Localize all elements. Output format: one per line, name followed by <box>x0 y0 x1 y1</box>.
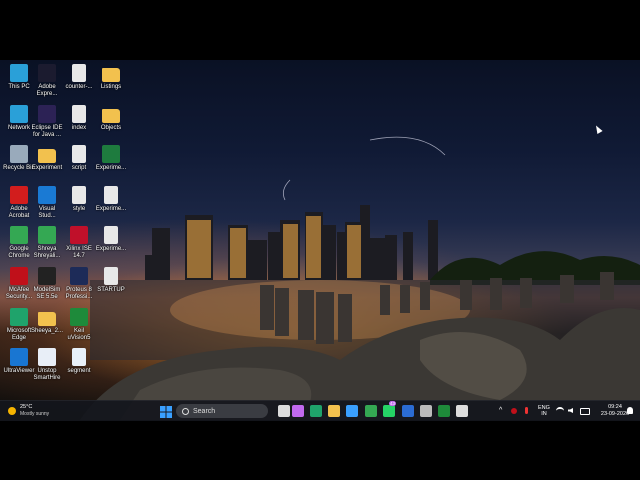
network-icon <box>10 104 28 123</box>
word-icon[interactable] <box>402 405 414 417</box>
desktop-icon-label: segment <box>67 368 91 375</box>
taskbar: 25°C Mostly sunny Search 43 ^ ENG IN 09:… <box>0 400 640 421</box>
mcafee-icon <box>10 267 28 285</box>
file-icon <box>72 145 86 164</box>
desktop-icon[interactable]: Experime... <box>92 226 130 253</box>
taskbar-badge: 43 <box>389 401 397 406</box>
desktop-icon-label: Listings <box>100 84 122 90</box>
clock-date[interactable]: 23-09-2026 <box>600 411 630 417</box>
language-indicator[interactable]: ENG IN <box>538 405 550 417</box>
file-icon <box>104 267 118 285</box>
keil-icon[interactable] <box>438 405 450 417</box>
desktop-icon-label: Objects <box>100 124 122 131</box>
chrome-icon <box>10 226 28 245</box>
notification-bell-icon[interactable] <box>627 407 633 414</box>
excel-icon <box>102 145 120 164</box>
file-icon <box>72 104 86 123</box>
vscode-icon <box>38 185 56 204</box>
desktop-icon[interactable]: Objects <box>92 105 130 132</box>
desktop[interactable]: This PC Network Recycle Bin Adobe Acrobat Go… <box>0 60 640 420</box>
c-file-icon <box>72 348 86 367</box>
eclipse-icon <box>38 104 56 123</box>
volume-icon[interactable] <box>568 408 573 413</box>
weather-temp: 25°C <box>20 404 33 410</box>
file-icon <box>72 64 86 82</box>
desktop-icon[interactable]: segment <box>60 348 98 375</box>
desktop-icon[interactable]: Keil uVision5 <box>60 307 98 342</box>
modelsim-icon[interactable] <box>420 405 432 417</box>
chrome-icon[interactable] <box>365 405 377 417</box>
unstop-icon <box>38 348 56 367</box>
recycle-bin-icon <box>10 145 28 164</box>
edge-icon[interactable] <box>310 405 322 417</box>
battery-icon[interactable] <box>580 408 590 415</box>
folder-icon <box>102 108 120 123</box>
desktop-icon-label: Experime... <box>95 246 127 253</box>
weather-widget[interactable]: 25°C Mostly sunny <box>6 403 56 419</box>
desktop-icon-label: STARTUP <box>97 287 125 293</box>
folder-icon <box>102 68 120 82</box>
file-icon <box>72 185 86 204</box>
sun-icon <box>8 407 16 415</box>
desktop-icon[interactable]: Experime... <box>92 145 130 172</box>
task-view-icon[interactable] <box>278 405 290 417</box>
edge-icon <box>10 307 28 326</box>
adobe-express-icon <box>38 64 56 82</box>
ultraviewer-icon <box>10 348 28 367</box>
folder-icon <box>38 149 56 164</box>
weather-condition: Mostly sunny <box>20 411 50 417</box>
taskbar-search[interactable]: Search <box>176 404 268 418</box>
search-icon <box>182 407 189 415</box>
windows-start-icon <box>160 406 172 418</box>
tray-antivirus-icon[interactable] <box>511 408 517 414</box>
acrobat-icon <box>10 185 28 204</box>
file-explorer-icon[interactable] <box>328 405 340 417</box>
notepad-icon[interactable] <box>456 405 468 417</box>
this-pc-icon <box>10 64 28 82</box>
copilot-icon[interactable] <box>292 405 304 417</box>
desktop-icon[interactable]: Listings <box>92 64 130 91</box>
desktop-icon-label: Keil uVision5 <box>67 327 91 341</box>
folder-icon <box>38 311 56 326</box>
start-button[interactable] <box>160 405 172 418</box>
modelsim-icon <box>38 267 56 285</box>
wifi-icon[interactable] <box>556 407 564 415</box>
desktop-icon[interactable]: Experime... <box>92 185 130 213</box>
file-icon <box>104 226 118 245</box>
proteus-icon <box>70 267 88 285</box>
desktop-icon-label: Experime... <box>95 205 127 212</box>
microphone-icon[interactable] <box>525 407 528 414</box>
desktop-icon-label: Experime... <box>95 165 127 172</box>
file-icon <box>104 185 118 204</box>
desktop-icon[interactable]: STARTUP <box>92 267 130 294</box>
store-icon[interactable] <box>346 405 358 417</box>
whatsapp-icon[interactable] <box>383 405 395 417</box>
xilinx-icon <box>70 226 88 245</box>
search-placeholder: Search <box>193 407 216 415</box>
tray-chevron-icon[interactable]: ^ <box>499 407 502 414</box>
clock-time[interactable]: 09:24 <box>604 404 626 410</box>
chrome-profile-icon <box>38 226 56 245</box>
keil-icon <box>70 307 88 326</box>
